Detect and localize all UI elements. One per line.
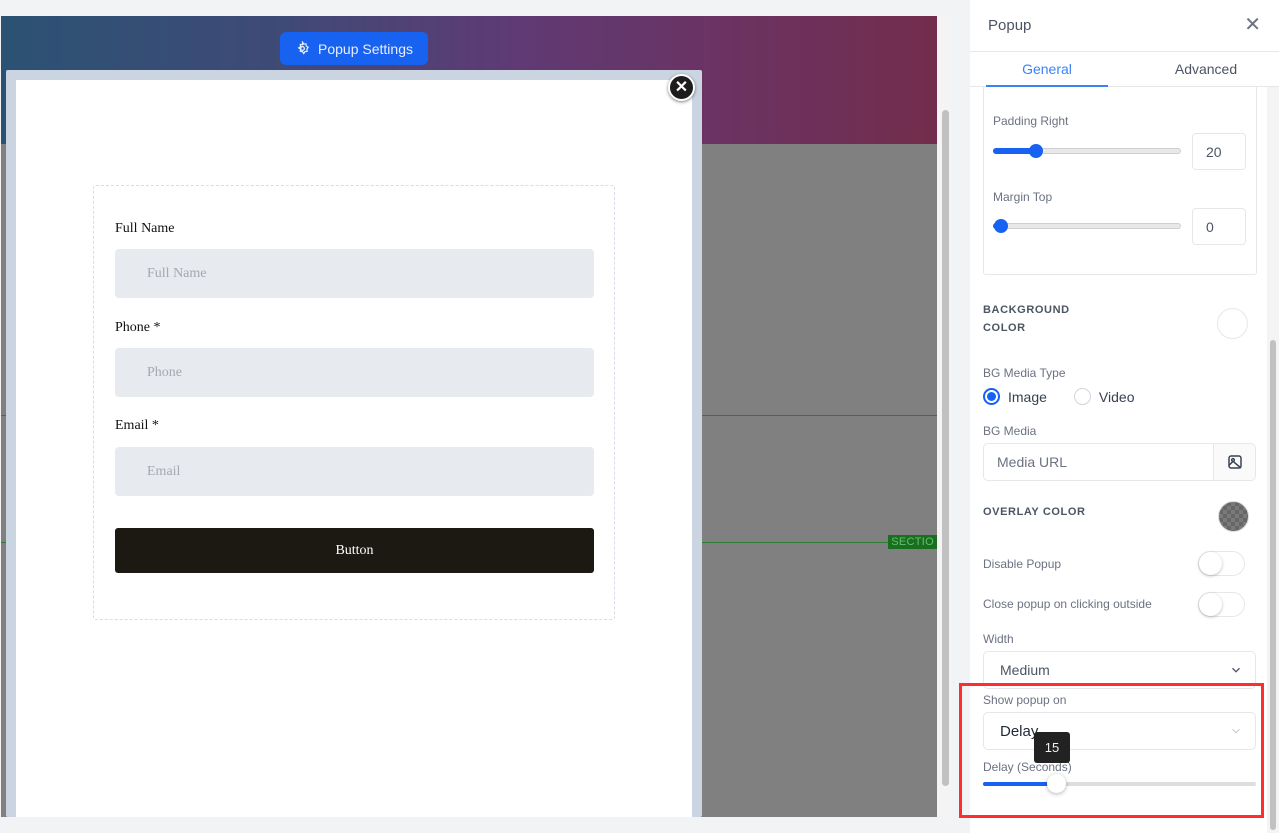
overlay-color-label: OVERLAY COLOR [983, 506, 1086, 518]
media-picker-button[interactable] [1213, 444, 1255, 480]
panel-close-button[interactable]: ✕ [1244, 12, 1261, 37]
background-color-label-line1: BACKGROUND [983, 304, 1070, 316]
email-label: Email * [115, 418, 159, 433]
radio-image[interactable] [983, 388, 1000, 405]
full-name-label: Full Name [115, 221, 175, 236]
panel-header: Popup ✕ [970, 0, 1279, 52]
delay-handle[interactable] [1046, 774, 1066, 793]
section-tag[interactable]: SECTIO [888, 535, 937, 549]
form-block[interactable]: Full Name Phone * Email * Button [93, 185, 615, 620]
close-icon: ✕ [674, 78, 689, 96]
image-icon [1227, 455, 1242, 469]
panel-scrollbar[interactable] [1267, 87, 1279, 833]
chevron-down-icon [1232, 667, 1240, 673]
close-outside-label: Close popup on clicking outside [983, 597, 1152, 611]
radio-video-label[interactable]: Video [1099, 389, 1135, 405]
padding-right-label: Padding Right [993, 114, 1069, 128]
close-icon: ✕ [1244, 14, 1261, 36]
width-select[interactable]: Medium [983, 651, 1256, 689]
disable-popup-label: Disable Popup [983, 557, 1062, 571]
radio-image-label[interactable]: Image [1008, 389, 1047, 405]
email-input[interactable] [115, 447, 594, 496]
margin-top-label: Margin Top [993, 190, 1053, 204]
bg-media-field [983, 443, 1256, 481]
show-popup-on-label: Show popup on [983, 693, 1067, 707]
chevron-down-icon [1232, 728, 1240, 734]
radio-video[interactable] [1073, 388, 1091, 405]
gear-icon [297, 41, 310, 55]
padding-right-handle[interactable] [1028, 144, 1043, 158]
disable-popup-toggle[interactable] [1198, 551, 1245, 576]
background-color-label: BACKGROUND COLOR [983, 301, 1070, 337]
panel-tabs: General Advanced [970, 53, 1279, 87]
delay-slider[interactable] [983, 774, 1256, 793]
phone-label: Phone * [115, 320, 161, 335]
popup-settings-button[interactable]: Popup Settings [280, 32, 428, 65]
form-submit-button[interactable]: Button [115, 528, 594, 573]
bg-media-type-radios: Image Video [983, 388, 1134, 405]
width-label: Width [983, 632, 1014, 646]
phone-input[interactable] [115, 348, 594, 397]
popup-close-button[interactable]: ✕ [668, 74, 695, 101]
show-popup-on-select[interactable]: Delay [983, 712, 1256, 750]
background-color-swatch[interactable] [1217, 308, 1248, 339]
panel-scroll-thumb[interactable] [1270, 340, 1276, 830]
overlay-color-swatch[interactable] [1218, 501, 1249, 532]
delay-fill [983, 782, 1056, 786]
background-color-label-line2: COLOR [983, 322, 1026, 334]
margin-top-handle[interactable] [994, 219, 1008, 233]
popup-settings-label: Popup Settings [318, 40, 413, 57]
delay-value-tooltip: 15 [1034, 732, 1070, 763]
bg-media-type-label: BG Media Type [983, 366, 1066, 380]
media-url-input[interactable] [984, 444, 1213, 480]
canvas-scrollbar[interactable] [938, 16, 952, 817]
show-popup-on-value: Delay [1000, 722, 1039, 740]
panel-title: Popup [988, 17, 1032, 34]
margin-top-input[interactable]: 0 [1192, 208, 1246, 245]
tab-advanced[interactable]: Advanced [1145, 61, 1267, 77]
full-name-input[interactable] [115, 249, 594, 298]
tab-general[interactable]: General [986, 61, 1108, 77]
padding-right-input[interactable]: 20 [1192, 133, 1246, 170]
margin-top-slider[interactable] [993, 219, 1181, 233]
bg-media-label: BG Media [983, 424, 1037, 438]
canvas-scroll-thumb[interactable] [942, 110, 949, 786]
padding-right-slider[interactable] [993, 144, 1181, 158]
width-select-value: Medium [1000, 662, 1050, 678]
close-outside-toggle[interactable] [1198, 592, 1245, 617]
